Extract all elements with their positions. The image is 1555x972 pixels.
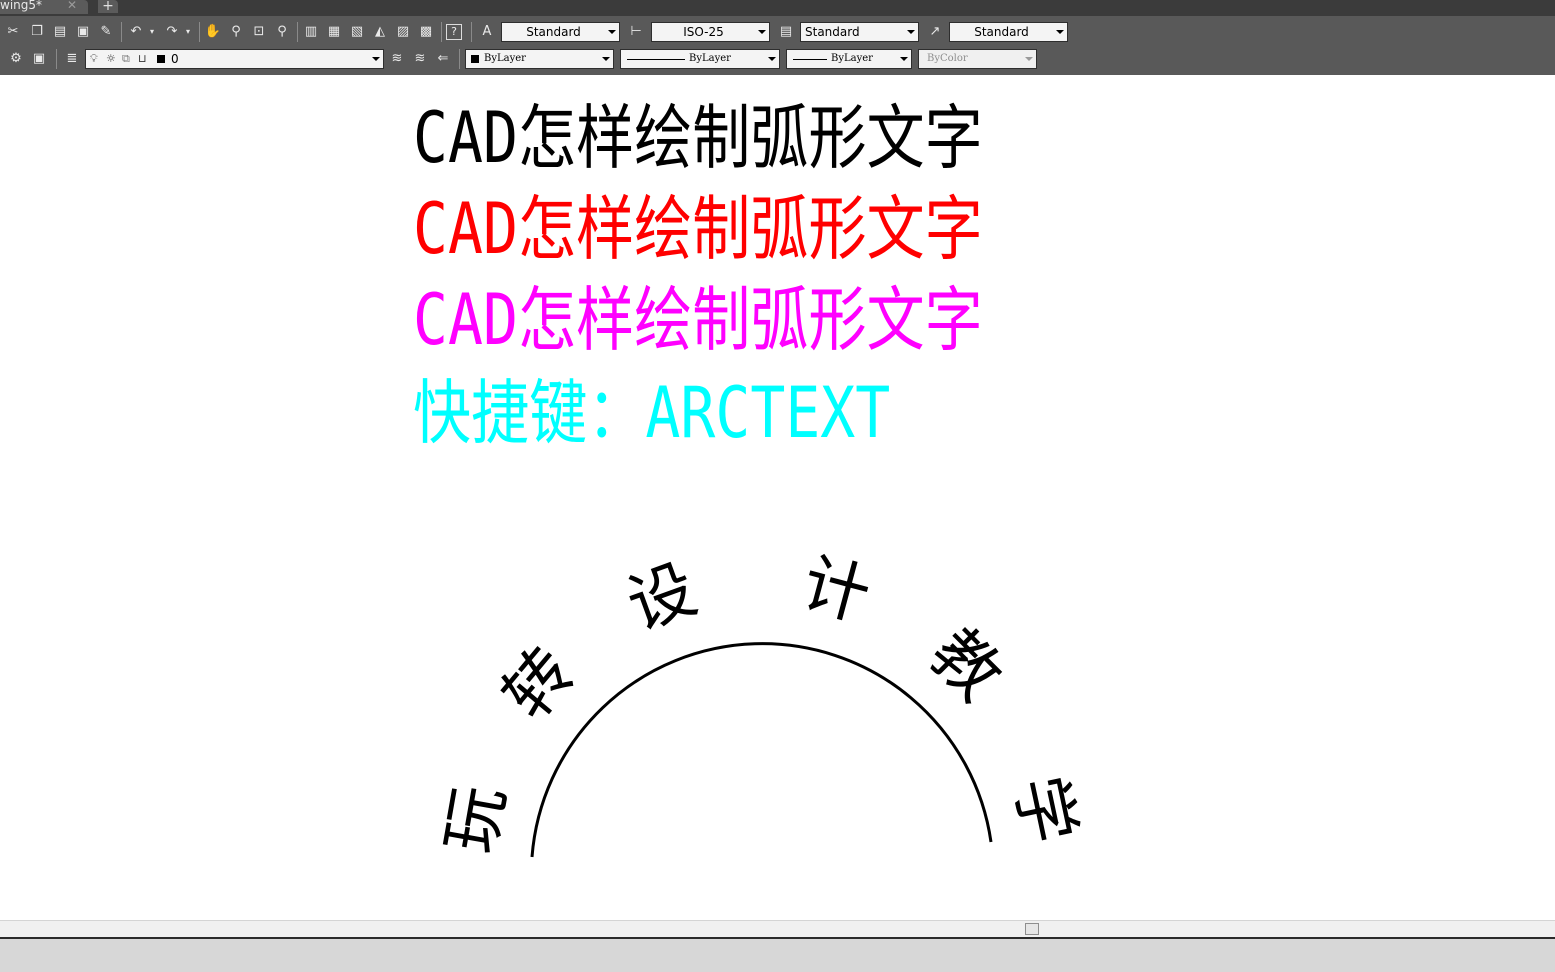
- tool-palettes-icon[interactable]: ▧: [348, 23, 366, 41]
- linetype-value: ByLayer: [689, 53, 731, 64]
- layer-states-icon[interactable]: ▣: [30, 50, 48, 68]
- cut-icon[interactable]: ✂: [4, 23, 22, 41]
- arc-text-char: 转: [488, 634, 589, 734]
- arc-text-char: 计: [794, 544, 878, 635]
- arc-text-char: 教: [916, 614, 1017, 715]
- arc-text-char: 学: [1000, 769, 1089, 850]
- table-style-select[interactable]: Standard: [800, 22, 919, 42]
- toolbar-separator: [56, 49, 57, 69]
- viewport-freeze-icon: ⧉: [122, 52, 130, 65]
- markup-icon[interactable]: ▨: [394, 23, 412, 41]
- dimension-style-select[interactable]: ISO-25: [651, 22, 770, 42]
- copy-icon[interactable]: ❐: [28, 23, 46, 41]
- linetype-sample: [627, 59, 685, 60]
- plotstyle-value: ByColor: [927, 53, 968, 64]
- zoom-window-icon[interactable]: ⊡: [250, 23, 268, 41]
- chevron-down-icon: [1056, 30, 1064, 34]
- chevron-down-icon: [900, 57, 908, 61]
- new-tab-button[interactable]: +: [98, 0, 118, 13]
- arc-text-group[interactable]: 玩转设 计教学: [432, 544, 1089, 859]
- help-icon[interactable]: ?: [446, 24, 462, 40]
- horizontal-scrollbar[interactable]: [0, 920, 1555, 937]
- layer-select[interactable]: 💡︎ ☼ ⧉ ⊔ 0: [85, 49, 384, 69]
- document-tab[interactable]: wing5* ✕: [0, 0, 88, 14]
- calculator-icon[interactable]: ▩: [417, 23, 435, 41]
- text-style-value: Standard: [526, 25, 581, 39]
- document-tab-bar: wing5* ✕ +: [0, 0, 1555, 16]
- redo-dropdown-icon[interactable]: ▾: [179, 23, 197, 41]
- design-center-icon[interactable]: ▦: [325, 23, 343, 41]
- drawing-canvas[interactable]: CAD怎样绘制弧形文字 CAD怎样绘制弧形文字 CAD怎样绘制弧形文字 快捷键：…: [0, 75, 1555, 920]
- toolbar-separator: [297, 22, 298, 42]
- toolbar-separator: [441, 22, 442, 42]
- zoom-previous-icon[interactable]: ⚲: [273, 23, 291, 41]
- layers-properties-row: ⚙ ▣ ≣ 💡︎ ☼ ⧉ ⊔ 0 ≋ ≋ ⇐ ByLayer ByLayer B…: [0, 46, 1555, 72]
- chevron-down-icon: [372, 57, 380, 61]
- layer-name: 0: [171, 52, 179, 66]
- properties-icon[interactable]: ▥: [302, 23, 320, 41]
- color-value: ByLayer: [484, 53, 526, 64]
- arc-curve[interactable]: [530, 642, 993, 858]
- multileader-style-select[interactable]: Standard: [949, 22, 1068, 42]
- dimension-style-value: ISO-25: [683, 25, 724, 39]
- multileader-style-icon[interactable]: ↗: [926, 23, 944, 41]
- toolbar-separator: [199, 22, 200, 42]
- lineweight-sample: [793, 59, 827, 60]
- layer-properties-icon[interactable]: ≣: [63, 50, 81, 68]
- toolbar: ✂ ❐ ▤ ▣ ✎ ↶ ▾ ↷ ▾ ✋ ⚲ ⊡ ⚲ ▥ ▦ ▧ ◭ ▨ ▩ ? …: [0, 16, 1555, 75]
- text-style-select[interactable]: Standard: [501, 22, 620, 42]
- undo-dropdown-icon[interactable]: ▾: [143, 23, 161, 41]
- multileader-style-value: Standard: [974, 25, 1029, 39]
- arc-text-char: 设: [618, 550, 706, 645]
- status-bar: [0, 937, 1555, 972]
- plotstyle-select: ByColor: [918, 49, 1037, 69]
- color-swatch: [471, 55, 479, 63]
- lock-icon: ⊔: [138, 52, 147, 65]
- chevron-down-icon: [768, 57, 776, 61]
- layer-match-icon[interactable]: ≋: [411, 50, 429, 68]
- table-style-value: Standard: [805, 25, 860, 39]
- chevron-down-icon: [608, 30, 616, 34]
- color-select[interactable]: ByLayer: [465, 49, 614, 69]
- linetype-select[interactable]: ByLayer: [620, 49, 780, 69]
- zoom-realtime-icon[interactable]: ⚲: [227, 23, 245, 41]
- toolbar-separator: [471, 22, 472, 42]
- pan-icon[interactable]: ✋: [204, 23, 222, 41]
- chevron-down-icon: [907, 30, 915, 34]
- sheet-set-icon[interactable]: ◭: [371, 23, 389, 41]
- chevron-down-icon: [1025, 57, 1033, 61]
- match-properties-icon[interactable]: ▣: [74, 23, 92, 41]
- table-style-icon[interactable]: ▤: [777, 23, 795, 41]
- block-editor-icon[interactable]: ✎: [97, 23, 115, 41]
- layer-color-swatch: [157, 55, 165, 63]
- lineweight-value: ByLayer: [831, 53, 873, 64]
- lineweight-select[interactable]: ByLayer: [786, 49, 912, 69]
- standard-toolbar-row: ✂ ❐ ▤ ▣ ✎ ↶ ▾ ↷ ▾ ✋ ⚲ ⊡ ⚲ ▥ ▦ ▧ ◭ ▨ ▩ ? …: [0, 19, 1555, 45]
- toolbar-separator: [121, 22, 122, 42]
- arc-drawing: 玩转设 计教学: [432, 544, 1089, 859]
- arc-text-char: 玩: [432, 780, 519, 858]
- gear-icon[interactable]: ⚙: [7, 50, 25, 68]
- close-icon[interactable]: ✕: [67, 0, 77, 12]
- paste-icon[interactable]: ▤: [51, 23, 69, 41]
- layer-previous-icon[interactable]: ⇐: [434, 50, 452, 68]
- document-tab-title: wing5*: [0, 0, 43, 12]
- scrollbar-thumb[interactable]: [1025, 923, 1039, 935]
- sun-icon: ☼: [106, 52, 116, 65]
- chevron-down-icon: [602, 57, 610, 61]
- make-current-layer-icon[interactable]: ≋: [388, 50, 406, 68]
- layer-on-icon: 💡︎: [90, 52, 98, 65]
- dimension-style-icon[interactable]: ⊢: [627, 23, 645, 41]
- chevron-down-icon: [758, 30, 766, 34]
- toolbar-separator: [459, 49, 460, 69]
- text-style-icon[interactable]: A: [478, 23, 496, 41]
